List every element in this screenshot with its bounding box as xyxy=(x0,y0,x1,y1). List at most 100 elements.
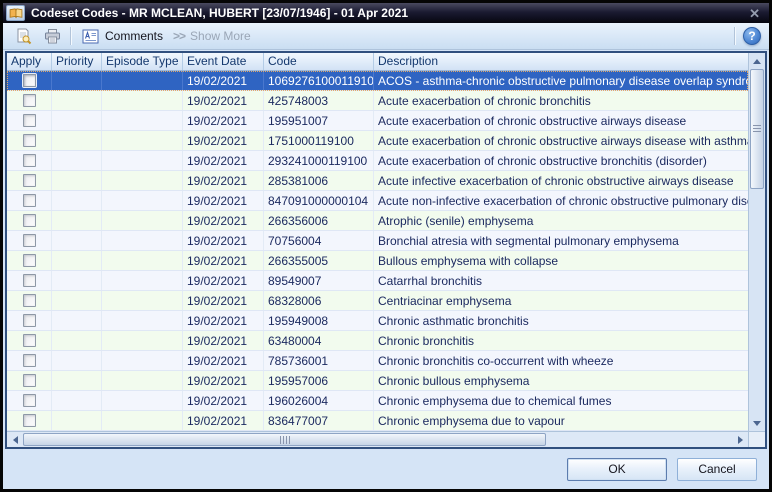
event-date-cell: 19/02/2021 xyxy=(183,91,264,110)
vertical-scroll-thumb[interactable] xyxy=(750,69,764,189)
print-button[interactable] xyxy=(41,25,63,47)
print-preview-button[interactable] xyxy=(12,25,34,47)
episode-type-cell xyxy=(102,111,183,130)
episode-type-cell xyxy=(102,391,183,410)
help-button[interactable]: ? xyxy=(743,27,761,45)
priority-cell xyxy=(52,191,102,210)
priority-cell xyxy=(52,71,102,90)
description-cell: Bronchial atresia with segmental pulmona… xyxy=(374,231,748,250)
table-row[interactable]: 19/02/2021 836477007 Chronic emphysema d… xyxy=(7,411,748,431)
codes-grid: Apply Priority Episode Type Event Date C… xyxy=(5,51,767,449)
table-row[interactable]: 19/02/2021 266355005 Bullous emphysema w… xyxy=(7,251,748,271)
close-icon[interactable]: ✕ xyxy=(747,7,762,20)
cancel-button[interactable]: Cancel xyxy=(677,458,757,481)
apply-cell xyxy=(7,131,52,150)
apply-checkbox[interactable] xyxy=(23,234,36,247)
description-cell: Acute exacerbation of chronic obstructiv… xyxy=(374,131,748,150)
apply-checkbox[interactable] xyxy=(23,294,36,307)
table-row[interactable]: 19/02/2021 70756004 Bronchial atresia wi… xyxy=(7,231,748,251)
apply-cell xyxy=(7,371,52,390)
event-date-cell: 19/02/2021 xyxy=(183,271,264,290)
description-cell: Chronic bullous emphysema xyxy=(374,371,748,390)
priority-cell xyxy=(52,331,102,350)
apply-checkbox[interactable] xyxy=(23,414,36,427)
column-header-description[interactable]: Description xyxy=(374,53,748,70)
apply-checkbox[interactable] xyxy=(23,114,36,127)
table-row[interactable]: 19/02/2021 89549007 Catarrhal bronchitis xyxy=(7,271,748,291)
window-icon xyxy=(6,5,25,21)
apply-checkbox[interactable] xyxy=(23,394,36,407)
table-row[interactable]: 19/02/2021 195949008 Chronic asthmatic b… xyxy=(7,311,748,331)
apply-checkbox[interactable] xyxy=(23,94,36,107)
apply-cell xyxy=(7,331,52,350)
table-row[interactable]: 19/02/2021 266356006 Atrophic (senile) e… xyxy=(7,211,748,231)
horizontal-scroll-track[interactable] xyxy=(546,432,732,447)
table-row[interactable]: 19/02/2021 785736001 Chronic bronchitis … xyxy=(7,351,748,371)
episode-type-cell xyxy=(102,191,183,210)
scroll-down-button[interactable] xyxy=(749,415,765,431)
comments-label: Comments xyxy=(105,29,163,43)
table-row[interactable]: 19/02/2021 63480004 Chronic bronchitis xyxy=(7,331,748,351)
apply-checkbox[interactable] xyxy=(23,374,36,387)
apply-checkbox[interactable] xyxy=(23,334,36,347)
column-header-priority[interactable]: Priority xyxy=(52,53,102,70)
table-row[interactable]: 19/02/2021 68328006 Centriacinar emphyse… xyxy=(7,291,748,311)
apply-cell xyxy=(7,91,52,110)
priority-cell xyxy=(52,251,102,270)
priority-cell xyxy=(52,131,102,150)
table-row[interactable]: 19/02/2021 1751000119100 Acute exacerbat… xyxy=(7,131,748,151)
table-row[interactable]: 19/02/2021 293241000119100 Acute exacerb… xyxy=(7,151,748,171)
priority-cell xyxy=(52,91,102,110)
apply-checkbox[interactable] xyxy=(23,314,36,327)
apply-checkbox[interactable] xyxy=(23,134,36,147)
printer-icon xyxy=(44,28,61,45)
comments-button[interactable]: Comments xyxy=(79,27,166,46)
vertical-scrollbar[interactable] xyxy=(748,53,765,431)
horizontal-scroll-thumb[interactable] xyxy=(23,433,546,446)
code-cell: 195951007 xyxy=(264,111,374,130)
scroll-right-button[interactable] xyxy=(732,432,748,447)
apply-checkbox[interactable] xyxy=(23,74,36,87)
table-row[interactable]: 19/02/2021 196026004 Chronic emphysema d… xyxy=(7,391,748,411)
scroll-up-button[interactable] xyxy=(749,53,765,69)
apply-cell xyxy=(7,171,52,190)
toolbar-separator xyxy=(70,27,72,45)
event-date-cell: 19/02/2021 xyxy=(183,291,264,310)
episode-type-cell xyxy=(102,211,183,230)
toolbar-separator-right xyxy=(734,27,736,45)
table-row[interactable]: 19/02/2021 847091000000104 Acute non-inf… xyxy=(7,191,748,211)
event-date-cell: 19/02/2021 xyxy=(183,351,264,370)
table-row[interactable]: 19/02/2021 10692761000119107 ACOS - asth… xyxy=(7,71,748,91)
ok-button[interactable]: OK xyxy=(567,458,667,481)
episode-type-cell xyxy=(102,271,183,290)
table-row[interactable]: 19/02/2021 195957006 Chronic bullous emp… xyxy=(7,371,748,391)
apply-checkbox[interactable] xyxy=(23,274,36,287)
print-preview-icon xyxy=(15,28,32,45)
column-header-episode-type[interactable]: Episode Type xyxy=(102,53,183,70)
apply-cell xyxy=(7,291,52,310)
apply-checkbox[interactable] xyxy=(23,174,36,187)
column-header-code[interactable]: Code xyxy=(264,53,374,70)
horizontal-scrollbar[interactable] xyxy=(7,432,748,447)
column-header-apply[interactable]: Apply xyxy=(7,53,52,70)
episode-type-cell xyxy=(102,251,183,270)
apply-checkbox[interactable] xyxy=(23,214,36,227)
apply-checkbox[interactable] xyxy=(23,194,36,207)
event-date-cell: 19/02/2021 xyxy=(183,411,264,430)
show-more-button[interactable]: >> Show More xyxy=(173,29,251,43)
table-row[interactable]: 19/02/2021 285381006 Acute infective exa… xyxy=(7,171,748,191)
vertical-scroll-track[interactable] xyxy=(749,189,765,415)
table-row[interactable]: 19/02/2021 195951007 Acute exacerbation … xyxy=(7,111,748,131)
apply-checkbox[interactable] xyxy=(23,354,36,367)
apply-checkbox[interactable] xyxy=(23,254,36,267)
code-cell: 266355005 xyxy=(264,251,374,270)
apply-cell xyxy=(7,271,52,290)
code-cell: 266356006 xyxy=(264,211,374,230)
priority-cell xyxy=(52,311,102,330)
event-date-cell: 19/02/2021 xyxy=(183,331,264,350)
column-header-event-date[interactable]: Event Date xyxy=(183,53,264,70)
apply-checkbox[interactable] xyxy=(23,154,36,167)
description-cell: Chronic bronchitis co-occurrent with whe… xyxy=(374,351,748,370)
scroll-left-button[interactable] xyxy=(7,432,23,447)
table-row[interactable]: 19/02/2021 425748003 Acute exacerbation … xyxy=(7,91,748,111)
